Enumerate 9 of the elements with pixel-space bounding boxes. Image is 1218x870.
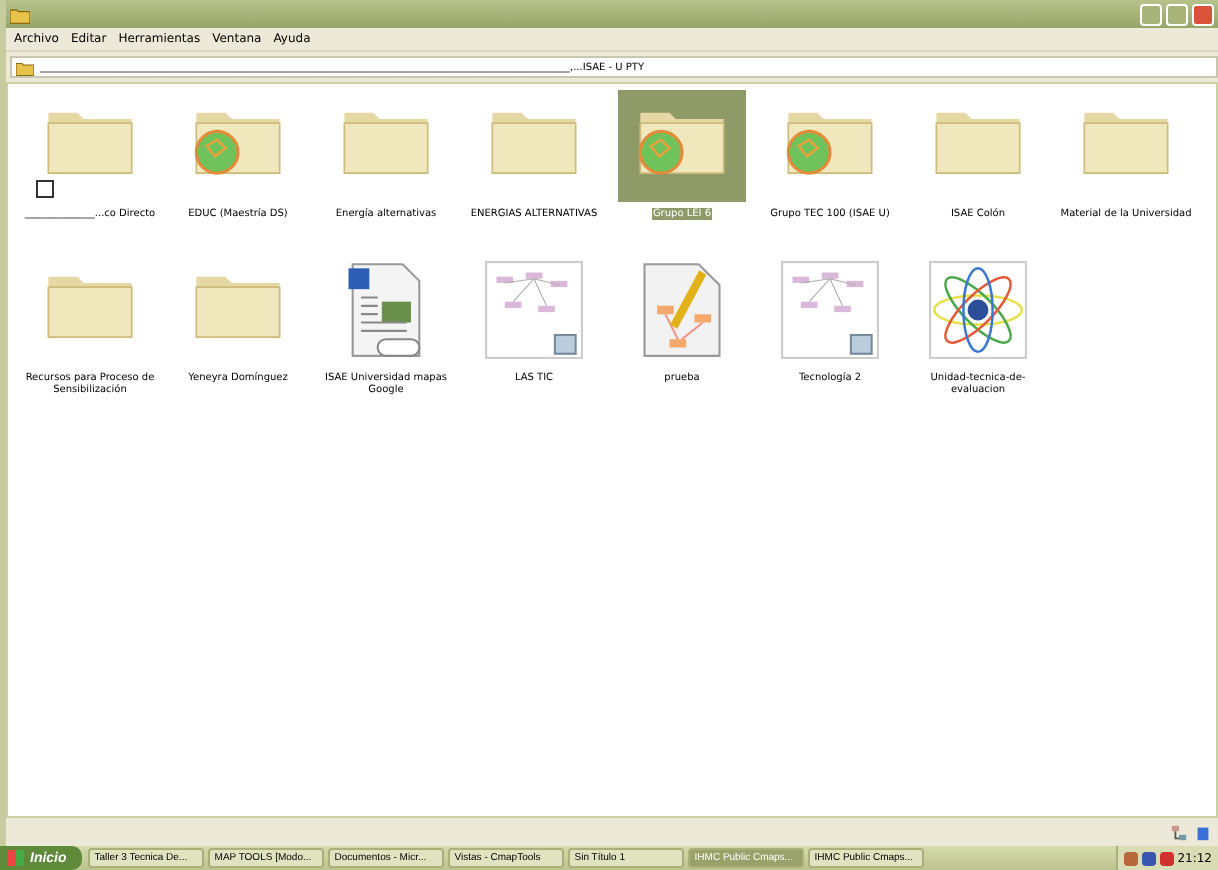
folder-icon	[10, 5, 30, 23]
close-button[interactable]	[1192, 3, 1214, 25]
icon-tile[interactable]	[618, 90, 746, 202]
maximize-button[interactable]	[1166, 3, 1188, 25]
minimize-button[interactable]	[1140, 3, 1162, 25]
network-icon	[1170, 823, 1188, 841]
trash-icon	[1194, 823, 1212, 841]
windows-logo-icon	[8, 850, 24, 866]
folder-icon	[16, 59, 34, 75]
